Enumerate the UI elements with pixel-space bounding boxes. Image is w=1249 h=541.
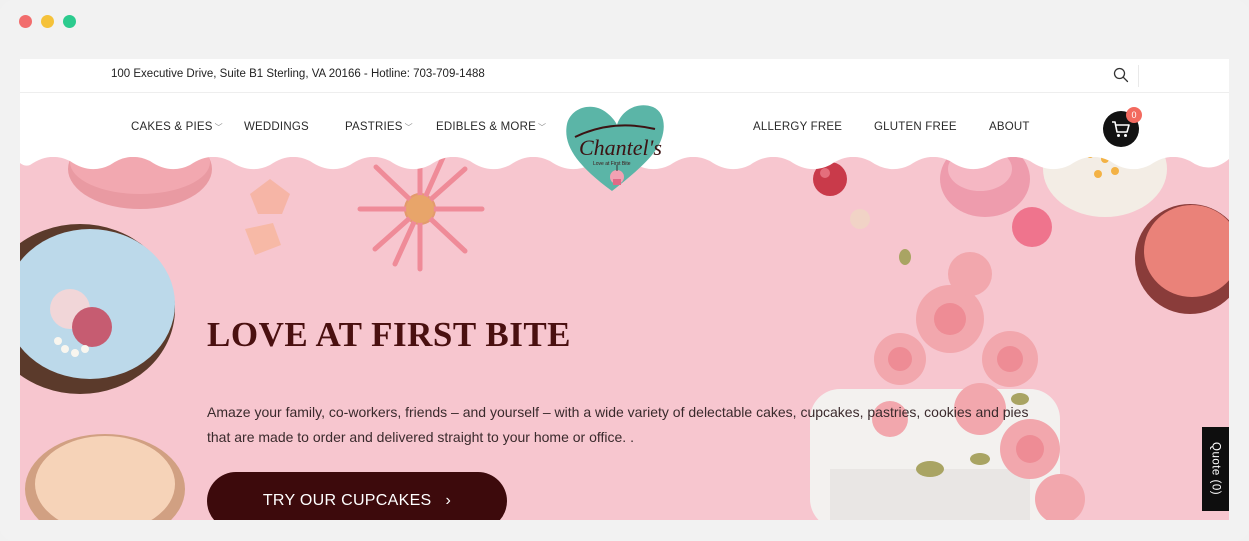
try-cupcakes-button[interactable]: TRY OUR CUPCAKES › (207, 472, 507, 520)
nav-item-label: ALLERGY FREE (753, 121, 843, 133)
logo-text: Chantel's (579, 135, 662, 160)
hero-title: LOVE AT FIRST BITE (207, 315, 572, 354)
maximize-window-button[interactable] (63, 15, 76, 28)
top-info-bar: 100 Executive Drive, Suite B1 Sterling, … (20, 59, 1229, 93)
window-controls (19, 15, 76, 28)
nav-item-gluten-free[interactable]: GLUTEN FREE (874, 121, 957, 133)
cta-label: TRY OUR CUPCAKES (262, 492, 432, 509)
logo-tagline: Love at First Bite (593, 161, 631, 167)
nav-item-label: WEDDINGS (244, 121, 309, 133)
nav-item-edibles-more[interactable]: EDIBLES & MORE ﹀ (436, 121, 546, 133)
hero-description: Amaze your family, co-workers, friends –… (207, 404, 1029, 445)
cart-icon (1112, 121, 1130, 137)
minimize-window-button[interactable] (41, 15, 54, 28)
nav-item-weddings[interactable]: WEDDINGS (244, 121, 309, 133)
nav-item-about[interactable]: ABOUT (989, 121, 1030, 133)
cart-count-badge: 0 (1126, 107, 1142, 123)
page-viewport: 100 Executive Drive, Suite B1 Sterling, … (20, 59, 1229, 520)
nav-item-allergy-free[interactable]: ALLERGY FREE (753, 121, 842, 133)
chevron-down-icon: ﹀ (214, 122, 223, 132)
nav-item-pastries[interactable]: PASTRIES ﹀ (345, 121, 413, 133)
nav-item-label: GLUTEN FREE (874, 121, 957, 133)
close-window-button[interactable] (19, 15, 32, 28)
nav-item-label: ABOUT (989, 121, 1030, 133)
chevron-right-icon: › (445, 492, 452, 509)
logo-heart-icon: Chantel's Love at First Bite (566, 105, 664, 191)
address-hotline-text: 100 Executive Drive, Suite B1 Sterling, … (111, 68, 485, 80)
browser-window: 100 Executive Drive, Suite B1 Sterling, … (0, 0, 1249, 541)
nav-item-label: CAKES & PIES (131, 121, 213, 133)
chevron-down-icon: ﹀ (404, 122, 413, 132)
quote-tab-label: Quote (0) (1209, 442, 1222, 496)
chantels-logo[interactable]: Chantel's Love at First Bite (555, 99, 670, 194)
nav-item-label: PASTRIES (345, 121, 403, 133)
quote-tab[interactable]: Quote (0) (1202, 427, 1229, 511)
chevron-down-icon: ﹀ (537, 122, 547, 132)
search-icon (1113, 67, 1129, 83)
nav-item-cakes-pies[interactable]: CAKES & PIES ﹀ (131, 121, 223, 133)
search-button[interactable] (1111, 65, 1139, 87)
nav-item-label: EDIBLES & MORE (436, 121, 536, 133)
